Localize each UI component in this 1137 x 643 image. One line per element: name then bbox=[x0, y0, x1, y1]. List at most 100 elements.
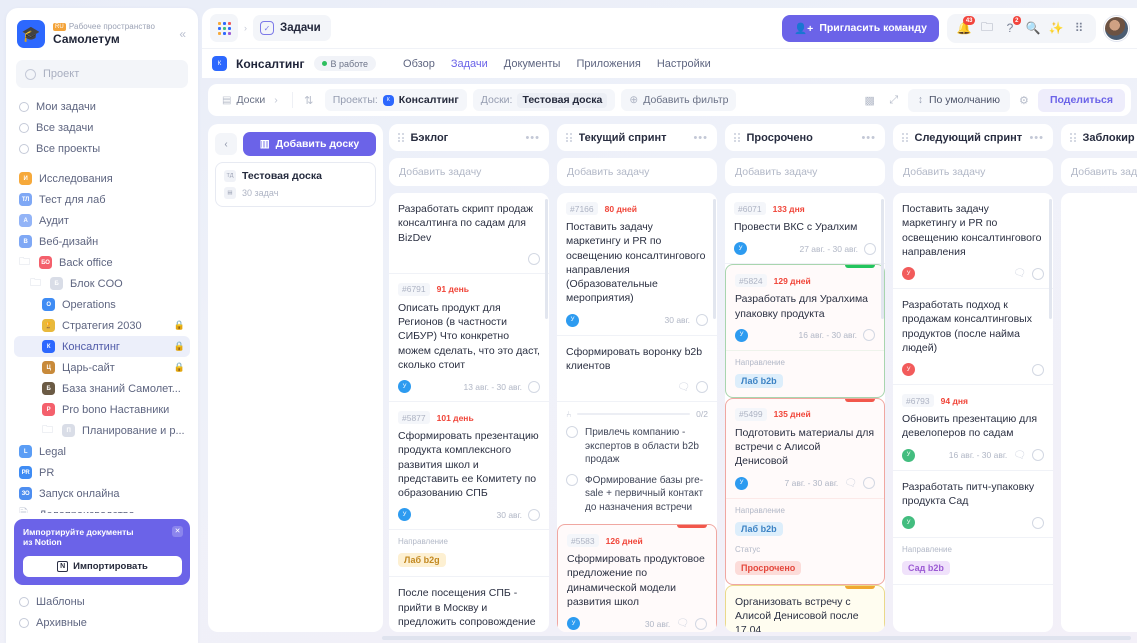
column-header[interactable]: Бэклог ••• bbox=[389, 124, 549, 151]
task-status-toggle[interactable] bbox=[1032, 267, 1044, 280]
collapse-sidebar-icon[interactable]: « bbox=[179, 27, 188, 41]
expand-icon[interactable]: ⤢ bbox=[884, 90, 904, 110]
sidebar-project-15[interactable]: ЗО Запуск онлайна bbox=[14, 483, 190, 504]
column-header[interactable]: Заблокир••• bbox=[1061, 124, 1137, 151]
tab-0[interactable]: Обзор bbox=[403, 58, 435, 70]
collapse-board-panel-icon[interactable]: ‹ bbox=[215, 133, 237, 155]
folder-icon[interactable]: 🗀 bbox=[976, 17, 998, 39]
sidebar-project-1[interactable]: ТЛ Тест для лаб bbox=[14, 189, 190, 210]
column-menu-icon[interactable]: ••• bbox=[693, 132, 708, 144]
tab-3[interactable]: Приложения bbox=[576, 58, 640, 70]
add-filter-button[interactable]: ⊕ Добавить фильтр bbox=[621, 89, 737, 111]
add-task-input[interactable]: Добавить задачу bbox=[725, 158, 885, 186]
task-card[interactable]: Разработать подход к продажам консалтинг… bbox=[893, 289, 1053, 386]
search-icon[interactable]: 🔍 bbox=[1022, 17, 1044, 39]
sidebar-item-1[interactable]: Все задачи bbox=[14, 117, 190, 138]
tab-4[interactable]: Настройки bbox=[657, 58, 711, 70]
sidebar-project-9[interactable]: Ц Царь-сайт 🔒 bbox=[14, 357, 190, 378]
apps-dots-icon[interactable]: ⠿ bbox=[1068, 17, 1090, 39]
apps-grid-icon[interactable] bbox=[210, 14, 238, 42]
task-status-toggle[interactable] bbox=[528, 380, 540, 393]
task-status-toggle[interactable] bbox=[528, 508, 540, 521]
sidebar-project-0[interactable]: И Исследования bbox=[14, 168, 190, 189]
task-card[interactable]: #6791 91 день Описать продукт для Регионов… bbox=[389, 274, 549, 403]
assignee-avatar[interactable]: У bbox=[735, 328, 748, 342]
task-card[interactable]: #5824 129 дней Разработать для Уралхима уп… bbox=[725, 264, 885, 398]
tab-1[interactable]: Задачи bbox=[451, 58, 488, 70]
share-button[interactable]: Поделиться bbox=[1037, 88, 1125, 112]
sidebar-item-0[interactable]: Мои задачи bbox=[14, 96, 190, 117]
sidebar-project-10[interactable]: Б База знаний Самолет... bbox=[14, 378, 190, 399]
task-status-toggle[interactable] bbox=[863, 329, 875, 342]
task-status-toggle[interactable] bbox=[864, 242, 876, 255]
assignee-avatar[interactable]: У bbox=[735, 476, 748, 490]
assignee-avatar[interactable]: У bbox=[902, 267, 915, 281]
sidebar-project-4[interactable]: 🗀 БО Back office bbox=[14, 252, 190, 273]
task-card[interactable]: После посещения СПБ - прийти в Москву и … bbox=[389, 577, 549, 632]
task-status-toggle[interactable] bbox=[696, 314, 708, 327]
invite-team-button[interactable]: 👤+ Пригласить команду bbox=[782, 14, 939, 42]
filter-boards[interactable]: Доски: Тестовая доска bbox=[472, 89, 616, 111]
task-card[interactable]: #5877 101 день Сформировать презентацию пр… bbox=[389, 402, 549, 578]
task-status-toggle[interactable] bbox=[1032, 363, 1044, 376]
drag-handle-icon[interactable] bbox=[734, 133, 740, 142]
sidebar-bottom-item-1[interactable]: Архивные bbox=[14, 612, 190, 633]
task-card[interactable]: #5499 135 дней Подготовить материалы для в… bbox=[725, 397, 885, 585]
sidebar-project-8[interactable]: К Консалтинг 🔒 bbox=[14, 336, 190, 357]
column-scrollbar[interactable] bbox=[713, 199, 716, 319]
project-search-input[interactable]: Проект bbox=[16, 60, 188, 88]
task-status-toggle[interactable] bbox=[863, 477, 875, 490]
comment-icon[interactable]: 🗨 bbox=[676, 618, 689, 629]
help-icon[interactable]: ? 2 bbox=[999, 16, 1021, 39]
drag-handle-icon[interactable] bbox=[398, 133, 404, 142]
task-field-value[interactable]: Просрочено bbox=[735, 560, 802, 575]
add-task-input[interactable]: Добавить задачу bbox=[557, 158, 717, 186]
tab-2[interactable]: Документы bbox=[504, 58, 561, 70]
task-card[interactable]: Организовать встречу с Алисой Денисовой … bbox=[725, 584, 885, 632]
sidebar-project-7[interactable]: 🏆 Стратегия 2030 🔒 bbox=[14, 315, 190, 336]
import-button[interactable]: N Импортировать bbox=[23, 556, 182, 577]
assignee-avatar[interactable]: У bbox=[902, 516, 915, 530]
assignee-avatar[interactable]: У bbox=[398, 380, 411, 394]
column-header[interactable]: Текущий спринт ••• bbox=[557, 124, 717, 151]
comment-icon[interactable]: 🗨 bbox=[844, 478, 857, 489]
task-card[interactable]: #5583 126 дней Сформировать продуктовое пр… bbox=[557, 524, 717, 632]
ai-sparkle-icon[interactable]: ✨ bbox=[1045, 17, 1067, 39]
comment-icon[interactable]: 🗨 bbox=[1013, 450, 1026, 461]
boards-breadcrumb[interactable]: ▤ Доски › bbox=[214, 89, 286, 111]
sidebar-project-12[interactable]: 🗀 П Планирование и р... bbox=[14, 420, 190, 441]
column-scrollbar[interactable] bbox=[881, 199, 884, 319]
task-status-toggle[interactable] bbox=[528, 252, 540, 265]
board-list-item[interactable]: ТД Тестовая доска ▤ 30 задач bbox=[215, 162, 376, 207]
horizontal-scrollbar[interactable] bbox=[382, 636, 1131, 640]
subtask-checkbox[interactable] bbox=[566, 473, 578, 486]
task-card[interactable]: Разработать питч-упаковку продукта Сад У Н… bbox=[893, 471, 1053, 586]
task-card[interactable]: #6793 94 дня Обновить презентацию для деве… bbox=[893, 385, 1053, 471]
sidebar-project-16[interactable]: 🗎 Делопроизводство bbox=[14, 504, 190, 513]
filter-projects[interactable]: Проекты: К Консалтинг bbox=[324, 89, 467, 111]
sidebar-project-6[interactable]: O Operations bbox=[14, 294, 190, 315]
task-card[interactable]: #6071 133 дня Провести ВКС с Уралхим У 27 ав… bbox=[725, 193, 885, 265]
column-header[interactable]: Следующий спринт ••• bbox=[893, 124, 1053, 151]
sidebar-project-13[interactable]: L Legal bbox=[14, 441, 190, 462]
task-field-value[interactable]: Лаб b2b bbox=[735, 373, 783, 388]
add-task-input[interactable]: Добавить задачу bbox=[389, 158, 549, 186]
task-card[interactable]: Сформировать воронку b2b клиентов 🗨 ⑃ 0/2 Пр… bbox=[557, 336, 717, 525]
notifications-icon[interactable]: 🔔 43 bbox=[953, 16, 975, 39]
sidebar-item-2[interactable]: Все проекты bbox=[14, 138, 190, 159]
task-field-value[interactable]: Лаб b2b bbox=[735, 521, 783, 536]
assignee-avatar[interactable]: У bbox=[398, 508, 411, 522]
group-view-icon[interactable]: ▩ bbox=[860, 90, 880, 110]
workspace-header[interactable]: 🎓 RU Рабочее пространство Самолетум « bbox=[6, 8, 198, 58]
subtask-row[interactable]: Привлечь компанию - экспертов в области … bbox=[557, 423, 717, 471]
sliders-icon[interactable]: ⇅ bbox=[299, 90, 319, 110]
status-badge[interactable]: В работе bbox=[313, 56, 377, 71]
task-status-toggle[interactable] bbox=[695, 617, 707, 630]
task-field-value[interactable]: Сад b2b bbox=[902, 561, 950, 576]
comment-icon[interactable]: 🗨 bbox=[1013, 268, 1026, 279]
task-card[interactable]: #7166 80 дней Поставить задачу маркетингу … bbox=[557, 193, 717, 336]
sidebar-project-11[interactable]: P Pro bono Наставники bbox=[14, 399, 190, 420]
assignee-avatar[interactable]: У bbox=[567, 617, 580, 631]
task-card[interactable]: Разработать скрипт продаж консалтинга по… bbox=[389, 193, 549, 274]
drag-handle-icon[interactable] bbox=[566, 133, 572, 142]
